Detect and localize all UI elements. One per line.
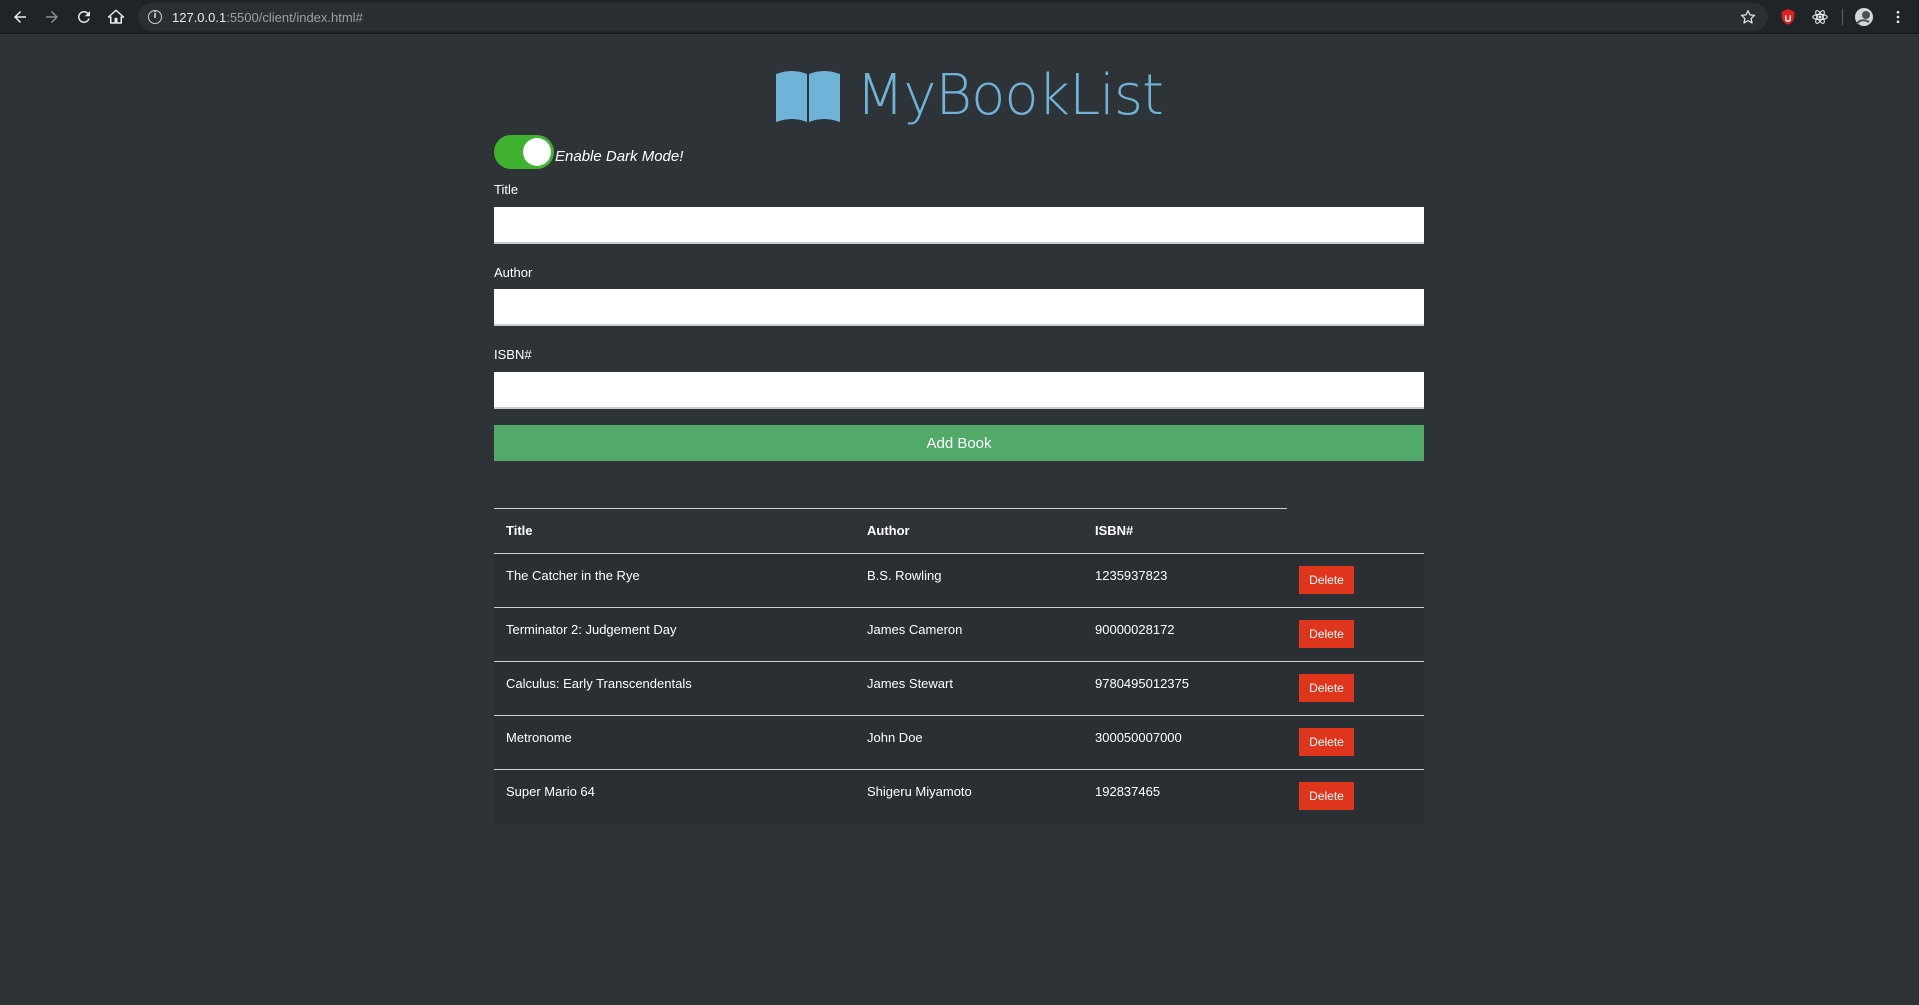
- react-extension-icon[interactable]: [1810, 7, 1830, 27]
- cell-title: Terminator 2: Judgement Day: [506, 622, 677, 637]
- cell-title: Super Mario 64: [506, 784, 595, 799]
- back-arrow-icon[interactable]: [8, 5, 32, 29]
- book-table: Title Author ISBN# The Catcher in the Ry…: [494, 508, 1424, 824]
- delete-button[interactable]: Delete: [1299, 620, 1354, 648]
- table-row: Calculus: Early Transcendentals James St…: [494, 662, 1424, 716]
- cell-author: Shigeru Miyamoto: [867, 784, 972, 799]
- url-text[interactable]: 127.0.0.1:5500/client/index.html#: [172, 10, 363, 25]
- cell-author: James Stewart: [867, 676, 953, 691]
- table-body: The Catcher in the Rye B.S. Rowling 1235…: [494, 554, 1424, 824]
- toolbar-divider: [1842, 9, 1843, 25]
- table-header: Title Author ISBN#: [494, 508, 1287, 553]
- delete-button[interactable]: Delete: [1299, 782, 1354, 810]
- author-label: Author: [494, 265, 533, 280]
- title-label: Title: [494, 182, 519, 197]
- table-row: Super Mario 64 Shigeru Miyamoto 19283746…: [494, 770, 1424, 824]
- dark-mode-row: Enable Dark Mode!: [494, 135, 683, 169]
- home-icon[interactable]: [104, 5, 128, 29]
- table-row: Metronome John Doe 300050007000 Delete: [494, 716, 1424, 770]
- open-book-icon: [776, 71, 840, 122]
- cell-title: Calculus: Early Transcendentals: [506, 676, 692, 691]
- address-bar[interactable]: i 127.0.0.1:5500/client/index.html#: [138, 3, 1768, 31]
- isbn-label: ISBN#: [494, 347, 532, 362]
- author-input[interactable]: [494, 289, 1424, 326]
- header-title: Title: [506, 523, 533, 538]
- cell-title: Metronome: [506, 730, 572, 745]
- reload-icon[interactable]: [72, 5, 96, 29]
- toggle-knob: [523, 138, 551, 166]
- cell-title: The Catcher in the Rye: [506, 568, 640, 583]
- isbn-input[interactable]: [494, 372, 1424, 409]
- menu-icon[interactable]: [1888, 7, 1908, 27]
- cell-isbn: 192837465: [1095, 784, 1161, 799]
- cell-author: John Doe: [867, 730, 923, 745]
- table-row: The Catcher in the Rye B.S. Rowling 1235…: [494, 554, 1424, 608]
- cell-author: James Cameron: [867, 622, 963, 637]
- profile-icon[interactable]: [1854, 7, 1874, 27]
- dark-mode-label: Enable Dark Mode!: [555, 147, 684, 165]
- cell-isbn: 9780495012375: [1095, 676, 1189, 691]
- url-path: :5500/client/index.html#: [226, 9, 363, 25]
- delete-button[interactable]: Delete: [1299, 728, 1354, 756]
- brand-header: MyBookList: [774, 63, 1164, 129]
- app-title: MyBookList: [856, 63, 1164, 128]
- info-icon[interactable]: i: [148, 10, 162, 24]
- shield-extension-icon[interactable]: [1778, 7, 1798, 27]
- star-icon[interactable]: [1740, 9, 1756, 25]
- header-isbn: ISBN#: [1095, 523, 1134, 538]
- header-author: Author: [867, 523, 910, 538]
- table-row: Terminator 2: Judgement Day James Camero…: [494, 608, 1424, 662]
- cell-isbn: 1235937823: [1095, 568, 1168, 583]
- browser-toolbar: i 127.0.0.1:5500/client/index.html#: [0, 0, 1919, 34]
- delete-button[interactable]: Delete: [1299, 674, 1354, 702]
- cell-isbn: 300050007000: [1095, 730, 1182, 745]
- delete-button[interactable]: Delete: [1299, 566, 1354, 594]
- add-book-button[interactable]: Add Book: [494, 425, 1424, 461]
- cell-isbn: 90000028172: [1095, 622, 1175, 637]
- forward-arrow-icon[interactable]: [40, 5, 64, 29]
- dark-mode-toggle[interactable]: [494, 135, 554, 169]
- title-input[interactable]: [494, 207, 1424, 244]
- page-body: MyBookList Enable Dark Mode! Title Autho…: [0, 35, 1919, 1005]
- cell-author: B.S. Rowling: [867, 568, 942, 583]
- url-host: 127.0.0.1: [172, 9, 227, 25]
